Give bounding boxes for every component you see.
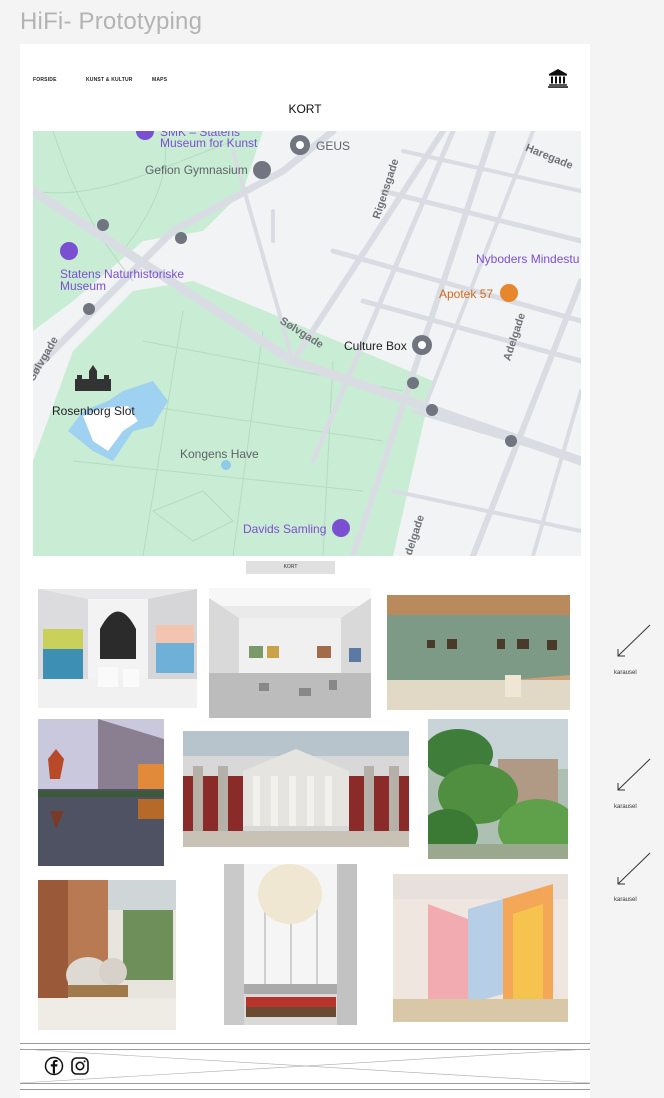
gallery-image-green-gallery[interactable] [387, 595, 570, 710]
annotation-arrow-1 [614, 622, 654, 662]
annotation-label-1: karausel [614, 670, 637, 676]
gallery-image-building-reflection[interactable] [38, 719, 164, 866]
canvas-title: HiFi- Prototyping [20, 8, 203, 35]
page-title: KORT [288, 102, 322, 116]
map-label-rosenborg[interactable]: Rosenborg Slot [52, 404, 135, 418]
annotation-label-2: karausel [614, 804, 637, 810]
map-label-kongens-have[interactable]: Kongens Have [180, 447, 259, 461]
gallery-image-window-lantern[interactable] [224, 864, 357, 1025]
map-view[interactable]: SMK – Statens Museum for Kunst GEUS Gefi… [33, 131, 581, 556]
gallery-image-colorful-curtains[interactable] [393, 874, 568, 1022]
footer [20, 1043, 590, 1090]
map-label-smk-line2[interactable]: Museum for Kunst [160, 136, 257, 150]
gallery-image-sculpture-hall[interactable] [209, 588, 371, 718]
facebook-icon[interactable] [44, 1056, 64, 1076]
instagram-icon[interactable] [70, 1056, 90, 1076]
gallery-image-white-gallery[interactable] [38, 589, 197, 708]
annotation-label-3: karausel [614, 897, 637, 903]
nav-maps[interactable]: MAPS [152, 77, 167, 83]
annotation-arrow-2 [614, 756, 654, 796]
museum-icon[interactable] [548, 68, 568, 88]
map-label-nyboders[interactable]: Nyboders Mindestu [476, 252, 579, 266]
nav-forside[interactable]: FORSIDE [33, 77, 57, 83]
kort-button[interactable]: KORT [246, 561, 335, 574]
gallery-image-columned-hall[interactable] [183, 731, 409, 847]
nav-kunst-kultur[interactable]: KUNST & KULTUR [86, 77, 133, 83]
gallery-image-palm-house[interactable] [428, 719, 568, 859]
map-label-geus[interactable]: GEUS [316, 139, 350, 153]
map-label-culture-box[interactable]: Culture Box [344, 339, 407, 353]
map-label-naturhist-line2[interactable]: Museum [60, 279, 106, 293]
gallery-image-brick-atrium[interactable] [38, 880, 176, 1030]
map-label-apotek[interactable]: Apotek 57 [439, 287, 493, 301]
map-label-davids[interactable]: Davids Samling [243, 522, 326, 536]
map-label-gefion[interactable]: Gefion Gymnasium [145, 163, 248, 177]
annotation-arrow-3 [614, 850, 654, 890]
